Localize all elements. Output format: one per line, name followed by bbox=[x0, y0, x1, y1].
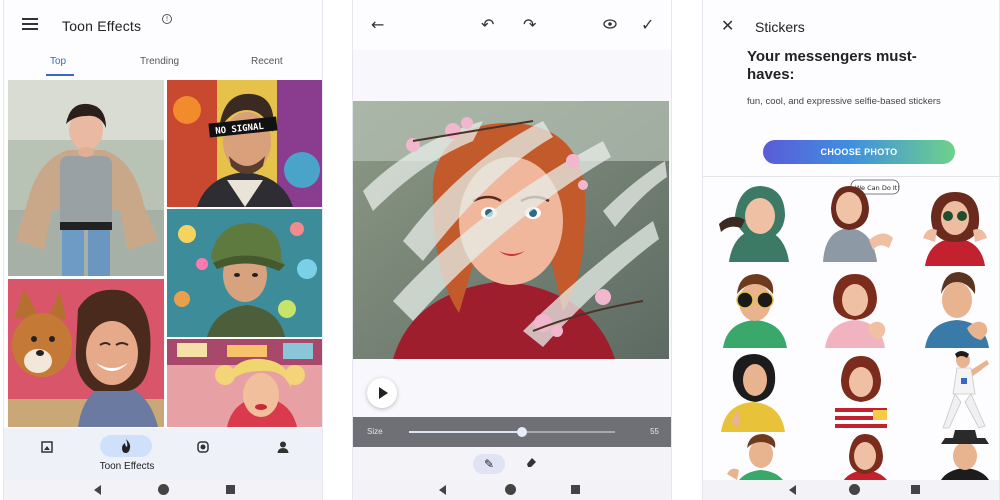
eye-icon[interactable] bbox=[603, 18, 617, 33]
effect-thumbnail-green-cap[interactable] bbox=[167, 209, 322, 337]
size-value: 55 bbox=[650, 427, 659, 436]
bottom-navigation: Toon Effects bbox=[4, 428, 322, 480]
screenshot-stage: Toon Effects ! Top Trending Recent NO SI… bbox=[0, 0, 1000, 500]
effect-thumbnail-no-signal[interactable]: NO SIGNAL bbox=[167, 80, 322, 207]
info-icon[interactable]: ! bbox=[162, 14, 172, 24]
effect-thumbnail-woman-dog[interactable] bbox=[8, 279, 164, 427]
close-icon[interactable]: ✕ bbox=[721, 16, 734, 35]
sticker-sunglasses-woman[interactable] bbox=[915, 186, 999, 268]
size-slider[interactable] bbox=[409, 427, 615, 437]
size-slider-thumb[interactable] bbox=[517, 427, 528, 437]
back-arrow-icon[interactable]: ← bbox=[371, 15, 384, 34]
system-back-icon[interactable] bbox=[94, 485, 101, 495]
eraser-icon[interactable] bbox=[525, 456, 537, 471]
sticker-striped-shirt[interactable] bbox=[821, 352, 905, 434]
tab-bar: Top Trending Recent bbox=[4, 52, 322, 78]
editor-canvas[interactable] bbox=[353, 101, 669, 359]
redo-icon[interactable]: ↷ bbox=[523, 15, 536, 34]
effect-thumbnail-retro[interactable] bbox=[167, 339, 322, 427]
brush-icon[interactable]: ✎ bbox=[473, 454, 505, 474]
sticker-green-hoodie[interactable] bbox=[715, 180, 799, 262]
sticker-heart-hands-man[interactable] bbox=[915, 268, 999, 350]
editor-toolbar: ← ↶ ↷ ✓ bbox=[353, 0, 671, 50]
app-header: Toon Effects ! bbox=[4, 0, 322, 48]
system-home-icon[interactable] bbox=[158, 484, 169, 495]
size-label: Size bbox=[367, 427, 383, 436]
brush-size-bar: Size 55 bbox=[353, 417, 671, 447]
face-icon[interactable] bbox=[192, 440, 214, 458]
choose-photo-button[interactable]: CHOOSE PHOTO bbox=[763, 140, 955, 164]
check-icon[interactable]: ✓ bbox=[641, 15, 654, 34]
sticker-dancing-figure[interactable] bbox=[921, 348, 999, 430]
system-back-icon[interactable] bbox=[439, 485, 446, 495]
gallery-icon[interactable] bbox=[36, 440, 58, 458]
subtitle: fun, cool, and expressive selfie-based s… bbox=[747, 96, 941, 107]
editor-screen: ← ↶ ↷ ✓ Size 55 ✎ bbox=[352, 0, 672, 500]
system-recents-icon[interactable] bbox=[226, 485, 235, 494]
sticker-we-can-do-it[interactable]: We Can Do It! bbox=[813, 178, 900, 262]
sticker-hat-man[interactable] bbox=[925, 430, 999, 480]
flame-icon[interactable] bbox=[115, 438, 137, 456]
system-navigation-bar bbox=[4, 480, 322, 500]
page-title: Toon Effects bbox=[62, 18, 142, 34]
system-navigation-bar bbox=[353, 480, 671, 500]
system-recents-icon[interactable] bbox=[911, 485, 920, 494]
tool-row: ✎ bbox=[353, 447, 671, 482]
toon-effects-screen: Toon Effects ! Top Trending Recent NO SI… bbox=[3, 0, 323, 500]
system-home-icon[interactable] bbox=[505, 484, 516, 495]
sticker-heart-hands-woman[interactable] bbox=[815, 268, 899, 350]
nav-label-toon-effects: Toon Effects bbox=[99, 461, 155, 472]
stickers-screen: ✕ Stickers Your messengers must-haves: f… bbox=[702, 0, 1000, 500]
menu-icon[interactable] bbox=[22, 18, 38, 30]
headline: Your messengers must-haves: bbox=[747, 48, 917, 83]
play-button[interactable] bbox=[367, 378, 397, 408]
system-back-icon[interactable] bbox=[789, 485, 796, 495]
system-home-icon[interactable] bbox=[849, 484, 860, 495]
sticker-sunglasses-man[interactable] bbox=[711, 268, 795, 350]
sticker-thumbs-up-boy[interactable] bbox=[721, 434, 805, 480]
system-navigation-bar bbox=[703, 480, 999, 500]
divider bbox=[703, 176, 999, 177]
system-recents-icon[interactable] bbox=[571, 485, 580, 494]
active-tab-indicator bbox=[46, 74, 74, 76]
size-slider-fill bbox=[409, 431, 523, 433]
effect-thumbnail-girl[interactable] bbox=[8, 80, 164, 276]
undo-icon[interactable]: ↶ bbox=[481, 15, 494, 34]
person-icon[interactable] bbox=[272, 440, 294, 458]
tab-top[interactable]: Top bbox=[50, 56, 66, 67]
sticker-red-top[interactable] bbox=[827, 434, 911, 480]
tab-trending[interactable]: Trending bbox=[140, 56, 179, 67]
tab-recent[interactable]: Recent bbox=[251, 56, 283, 67]
page-title: Stickers bbox=[755, 19, 805, 35]
sticker-yellow-jacket[interactable] bbox=[713, 350, 797, 432]
